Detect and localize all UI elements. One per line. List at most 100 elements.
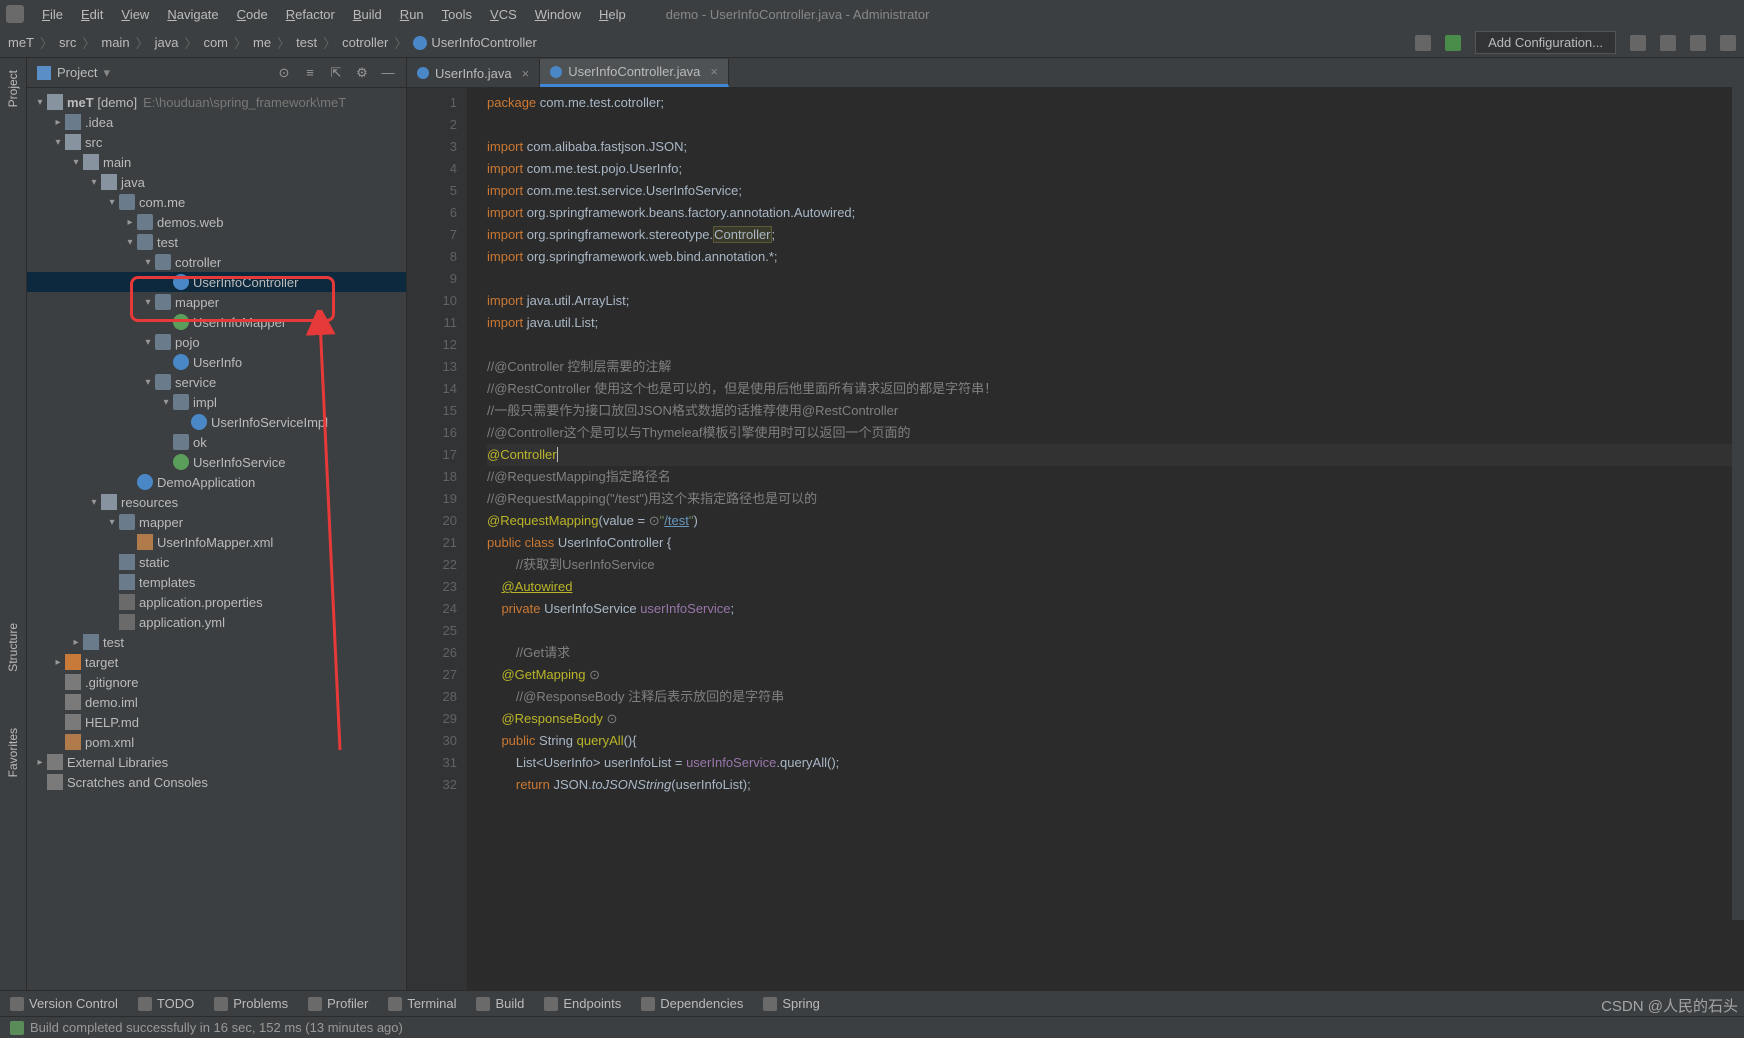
tree-node[interactable]: .gitignore	[27, 672, 406, 692]
tree-node[interactable]: ▾src	[27, 132, 406, 152]
bottom-tab-build[interactable]: Build	[476, 996, 524, 1011]
crumb-item[interactable]: UserInfoController	[431, 35, 537, 50]
tree-node[interactable]: application.properties	[27, 592, 406, 612]
crumb-item[interactable]: me	[253, 35, 271, 50]
bottom-tab-version-control[interactable]: Version Control	[10, 996, 118, 1011]
gear-icon[interactable]: ⚙	[354, 65, 370, 81]
tree-node[interactable]: application.yml	[27, 612, 406, 632]
debug-icon[interactable]	[1660, 35, 1676, 51]
coverage-icon[interactable]	[1690, 35, 1706, 51]
bottom-tab-todo[interactable]: TODO	[138, 996, 194, 1011]
stop-icon[interactable]	[1720, 35, 1736, 51]
structure-tool-tab[interactable]: Structure	[2, 615, 24, 680]
code-editor[interactable]: 1234567891011121314151617181920212223242…	[407, 88, 1744, 990]
menu-code[interactable]: Code	[229, 5, 276, 24]
tree-node[interactable]: DemoApplication	[27, 472, 406, 492]
menu-run[interactable]: Run	[392, 5, 432, 24]
editor-tab[interactable]: UserInfoController.java×	[540, 59, 729, 87]
tree-node[interactable]: ▾pojo	[27, 332, 406, 352]
tree-node[interactable]: ▸External Libraries	[27, 752, 406, 772]
project-panel-title[interactable]: Project	[57, 65, 97, 80]
tree-node[interactable]: ▸.idea	[27, 112, 406, 132]
menu-build[interactable]: Build	[345, 5, 390, 24]
editor-tab[interactable]: UserInfo.java×	[407, 59, 540, 87]
chevron-down-icon[interactable]: ▾	[103, 65, 110, 81]
tree-node[interactable]: ▾java	[27, 172, 406, 192]
chevron-right-icon: 〉	[82, 33, 95, 52]
tree-node[interactable]: UserInfoController	[27, 272, 406, 292]
bottom-tab-dependencies[interactable]: Dependencies	[641, 996, 743, 1011]
crumb-item[interactable]: meT	[8, 35, 34, 50]
tree-node[interactable]: UserInfoServiceImpl	[27, 412, 406, 432]
hide-icon[interactable]: —	[380, 65, 396, 81]
tree-node[interactable]: ▾test	[27, 232, 406, 252]
close-icon[interactable]: ×	[522, 66, 530, 81]
expand-all-icon[interactable]: ≡	[302, 65, 318, 81]
project-tree[interactable]: ▾meT [demo]E:\houduan\spring_framework\m…	[27, 88, 406, 990]
project-tool-tab[interactable]: Project	[2, 62, 24, 115]
tree-node[interactable]: ok	[27, 432, 406, 452]
menu-edit[interactable]: Edit	[73, 5, 111, 24]
bottom-tab-problems[interactable]: Problems	[214, 996, 288, 1011]
locate-icon[interactable]: ⊙	[276, 65, 292, 81]
line-gutter[interactable]: 1234567891011121314151617181920212223242…	[407, 88, 467, 990]
tree-node[interactable]: ▾impl	[27, 392, 406, 412]
code-body[interactable]: package com.me.test.cotroller; import co…	[467, 88, 1744, 990]
tree-node[interactable]: ▾meT [demo]E:\houduan\spring_framework\m…	[27, 92, 406, 112]
tree-node[interactable]: ▾mapper	[27, 512, 406, 532]
tree-node[interactable]: Scratches and Consoles	[27, 772, 406, 792]
breadcrumbs[interactable]: meT〉src〉main〉java〉com〉me〉test〉cotroller〉…	[8, 33, 537, 52]
file-icon	[65, 694, 81, 710]
menu-window[interactable]: Window	[527, 5, 589, 24]
crumb-item[interactable]: test	[296, 35, 317, 50]
tree-node[interactable]: ▸target	[27, 652, 406, 672]
tree-node[interactable]: UserInfoService	[27, 452, 406, 472]
menu-refactor[interactable]: Refactor	[278, 5, 343, 24]
run-icon[interactable]	[1630, 35, 1646, 51]
tree-node[interactable]: UserInfo	[27, 352, 406, 372]
bottom-tab-spring[interactable]: Spring	[763, 996, 820, 1011]
pkg-icon	[119, 194, 135, 210]
pkg-icon	[155, 294, 171, 310]
menu-vcs[interactable]: VCS	[482, 5, 525, 24]
error-stripe[interactable]	[1732, 88, 1744, 920]
tree-node[interactable]: static	[27, 552, 406, 572]
tree-node[interactable]: ▸demos.web	[27, 212, 406, 232]
tree-node[interactable]: HELP.md	[27, 712, 406, 732]
favorites-tool-tab[interactable]: Favorites	[2, 720, 24, 785]
close-icon[interactable]: ×	[710, 64, 718, 79]
tree-node[interactable]: templates	[27, 572, 406, 592]
crumb-item[interactable]: src	[59, 35, 76, 50]
menu-navigate[interactable]: Navigate	[159, 5, 226, 24]
tree-node[interactable]: UserInfoMapper	[27, 312, 406, 332]
hammer-icon[interactable]	[1445, 35, 1461, 51]
crumb-item[interactable]: com	[203, 35, 228, 50]
tree-node[interactable]: ▾com.me	[27, 192, 406, 212]
pkg-icon	[155, 334, 171, 350]
collapse-all-icon[interactable]: ⇱	[328, 65, 344, 81]
tree-node[interactable]: ▾mapper	[27, 292, 406, 312]
tree-node[interactable]: ▾cotroller	[27, 252, 406, 272]
user-icon[interactable]	[1415, 35, 1431, 51]
menu-tools[interactable]: Tools	[434, 5, 480, 24]
crumb-item[interactable]: cotroller	[342, 35, 388, 50]
tree-node[interactable]: ▾main	[27, 152, 406, 172]
bottom-tab-profiler[interactable]: Profiler	[308, 996, 368, 1011]
tool-icon	[641, 997, 655, 1011]
tree-node[interactable]: pom.xml	[27, 732, 406, 752]
project-icon	[37, 66, 51, 80]
menu-file[interactable]: File	[34, 5, 71, 24]
crumb-item[interactable]: java	[155, 35, 179, 50]
add-configuration-button[interactable]: Add Configuration...	[1475, 31, 1616, 54]
tree-node[interactable]: ▸test	[27, 632, 406, 652]
bottom-tab-endpoints[interactable]: Endpoints	[544, 996, 621, 1011]
menu-view[interactable]: View	[113, 5, 157, 24]
tree-node[interactable]: demo.iml	[27, 692, 406, 712]
crumb-item[interactable]: main	[101, 35, 129, 50]
menu-help[interactable]: Help	[591, 5, 634, 24]
tree-node[interactable]: UserInfoMapper.xml	[27, 532, 406, 552]
tgt-icon	[65, 654, 81, 670]
tree-node[interactable]: ▾resources	[27, 492, 406, 512]
tree-node[interactable]: ▾service	[27, 372, 406, 392]
bottom-tab-terminal[interactable]: Terminal	[388, 996, 456, 1011]
